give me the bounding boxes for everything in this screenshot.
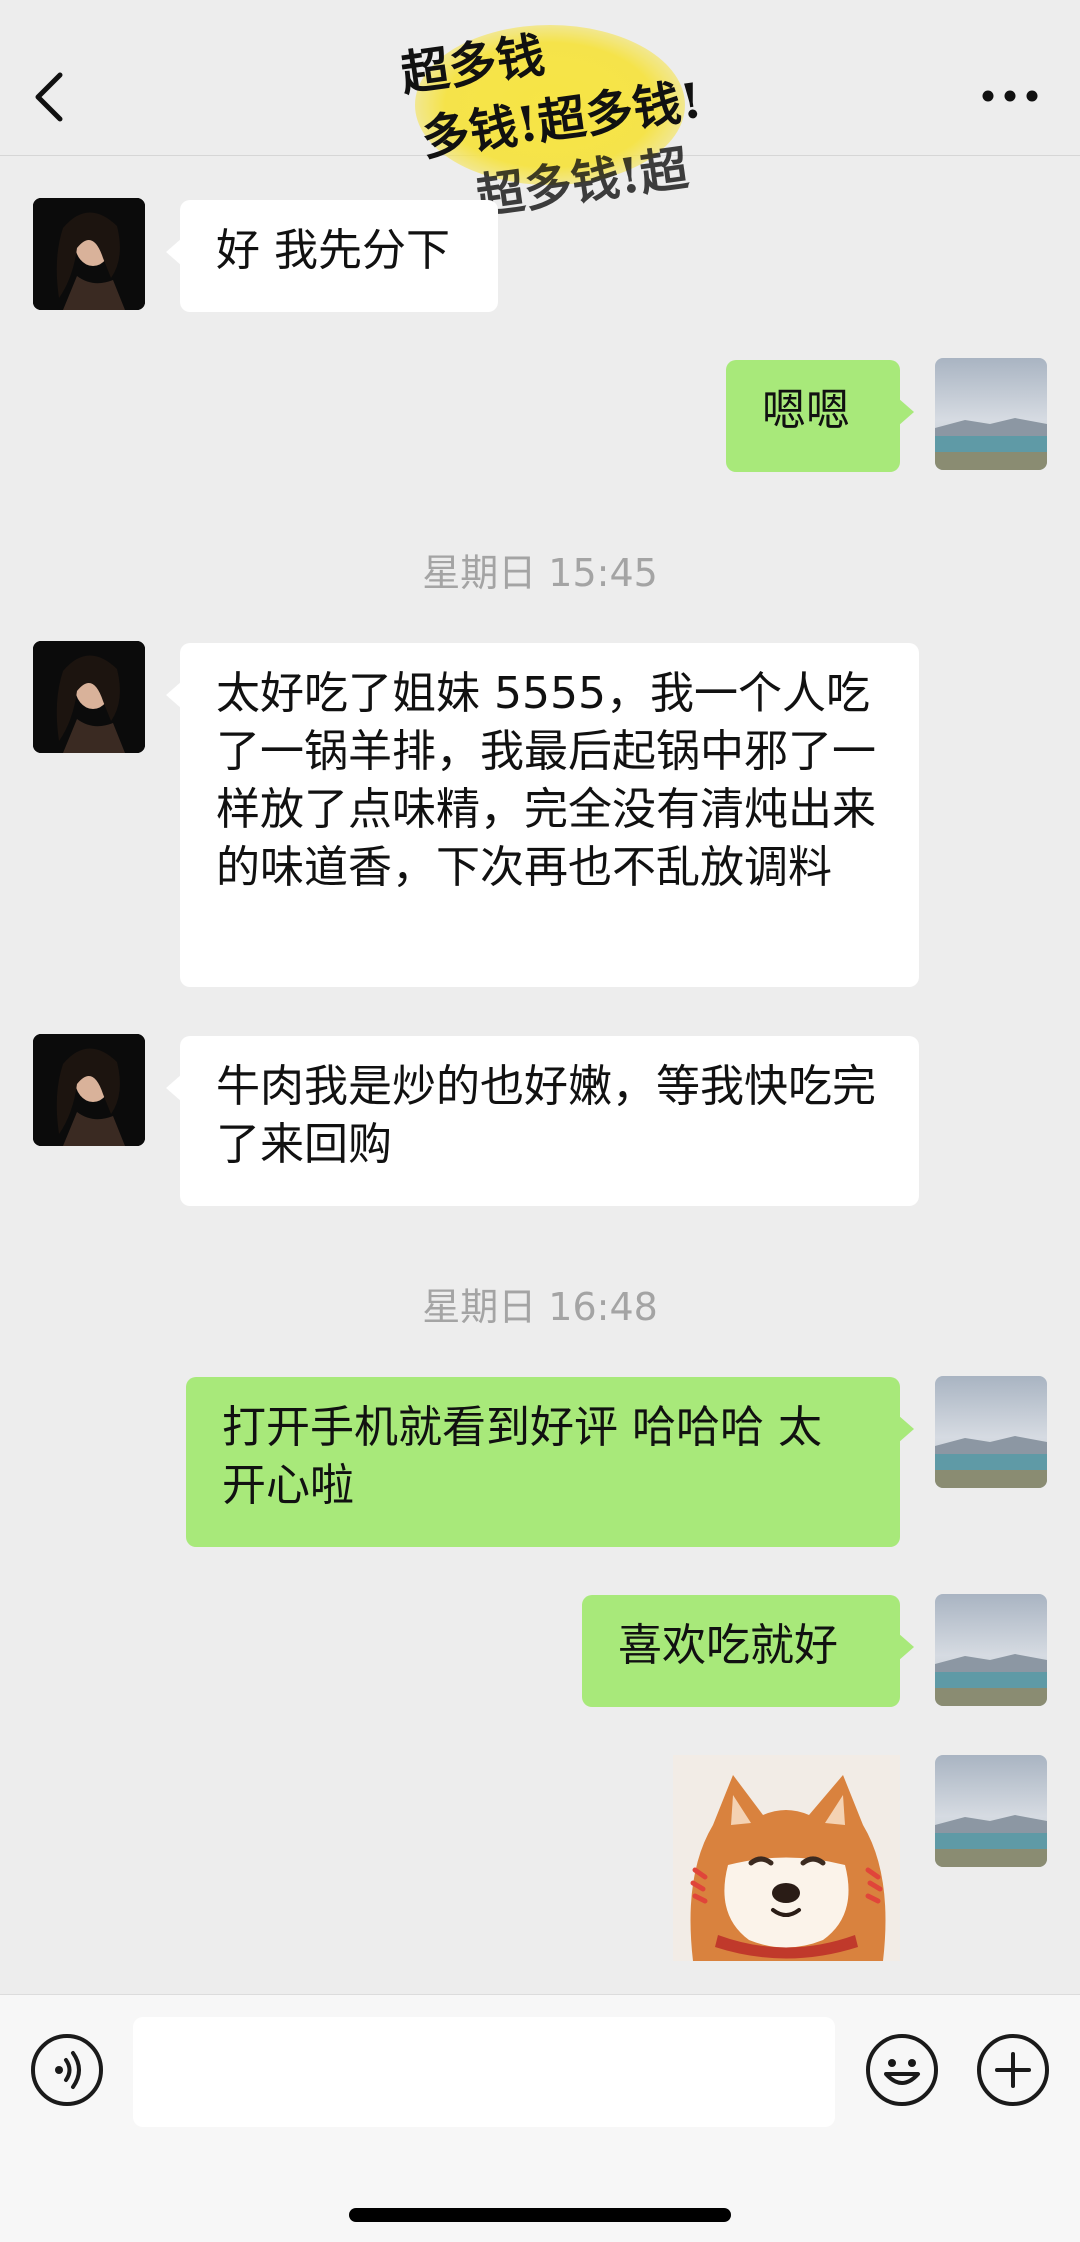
home-indicator (349, 2208, 731, 2222)
incoming-message-bubble[interactable]: 牛肉我是炒的也好嫩，等我快吃完了来回购 (166, 1036, 919, 1206)
incoming-message-bubble[interactable]: 好 我先分下 (166, 200, 498, 312)
outgoing-message-bubble[interactable]: 嗯嗯 (726, 360, 914, 472)
timestamp: 星期日 15:45 (422, 551, 658, 595)
voice-icon (55, 2051, 81, 2089)
emoji-icon (884, 2059, 920, 2085)
timestamp: 星期日 16:48 (422, 1285, 658, 1329)
contact-avatar[interactable] (33, 198, 145, 310)
shiba-dog-sticker[interactable] (673, 1755, 900, 1961)
plus-button[interactable] (977, 2034, 1049, 2106)
chevron-left-icon (35, 72, 63, 122)
message-row: 喜欢吃就好 (0, 1594, 1080, 1710)
message-row: 太好吃了姐妹 5555，我一个人吃了一锅羊排，我最后起锅中邪了一样放了点味精，完… (0, 641, 1080, 991)
contact-avatar[interactable] (33, 641, 145, 753)
outgoing-message-bubble[interactable]: 打开手机就看到好评 哈哈哈 太开心啦 (186, 1377, 914, 1547)
back-button[interactable] (30, 62, 90, 132)
my-avatar[interactable] (935, 1755, 1047, 1867)
plus-icon (995, 2052, 1031, 2088)
more-horizontal-icon (982, 90, 1038, 102)
chat-header: 超多钱 多钱!超多钱! 超多钱!超 (0, 0, 1080, 226)
message-row: 打开手机就看到好评 哈哈哈 太开心啦 (0, 1376, 1080, 1548)
outgoing-message-bubble[interactable]: 喜欢吃就好 (582, 1595, 914, 1707)
message-row: 牛肉我是炒的也好嫩，等我快吃完了来回购 (0, 1034, 1080, 1206)
message-row: 嗯嗯 (0, 358, 1080, 474)
emoji-button[interactable] (866, 2034, 938, 2106)
input-bar (0, 1994, 1080, 2242)
incoming-message-bubble[interactable]: 太好吃了姐妹 5555，我一个人吃了一锅羊排，我最后起锅中邪了一样放了点味精，完… (166, 643, 919, 987)
message-row (0, 1755, 1080, 1961)
contact-avatar[interactable] (33, 1034, 145, 1146)
voice-button[interactable] (31, 2034, 103, 2106)
chat-title-sticker: 超多钱 多钱!超多钱! 超多钱!超 (395, 5, 715, 226)
message-row: 好 我先分下 (0, 198, 1080, 314)
my-avatar[interactable] (935, 358, 1047, 470)
message-input[interactable] (133, 2017, 835, 2127)
my-avatar[interactable] (935, 1376, 1047, 1488)
more-button[interactable] (970, 68, 1050, 124)
my-avatar[interactable] (935, 1594, 1047, 1706)
